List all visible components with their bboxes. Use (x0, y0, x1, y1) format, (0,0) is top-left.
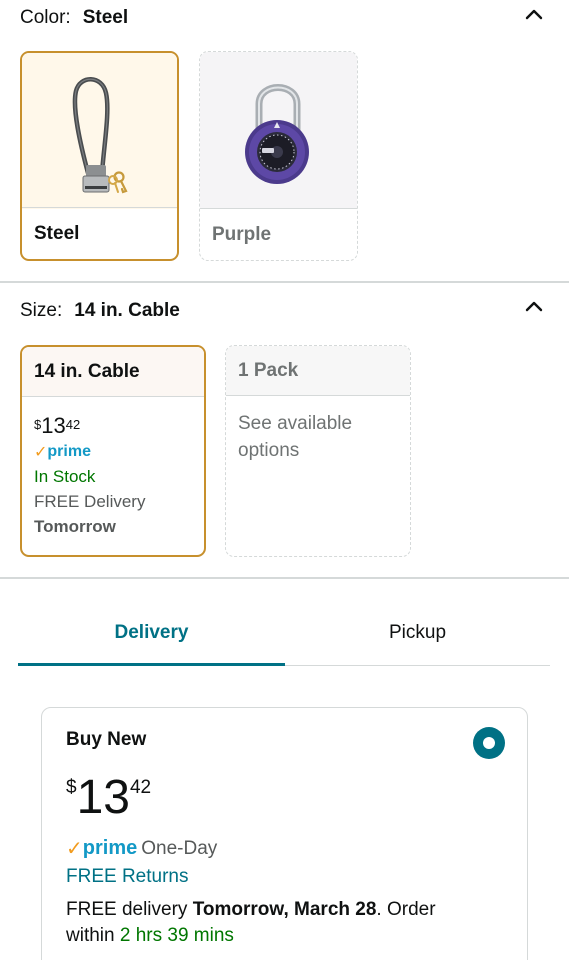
color-option-image (22, 53, 177, 209)
free-returns-link[interactable]: FREE Returns (66, 866, 188, 888)
tab-pickup[interactable]: Pickup (285, 600, 550, 666)
price-fraction: 42 (65, 417, 81, 432)
radio-dot (483, 737, 495, 749)
prime-one-day: ✓ prime One-Day (66, 836, 217, 861)
prime-text: prime (82, 837, 138, 859)
size-option-name: 14 in. Cable (22, 347, 204, 397)
delivery-prefix: FREE delivery (66, 899, 193, 920)
size-option-name: 1 Pack (226, 346, 410, 396)
stock-status: In Stock (34, 467, 96, 486)
color-value: Steel (82, 7, 129, 28)
color-label: Color: (20, 7, 71, 28)
size-option-note: See available options (238, 413, 353, 461)
color-option-name: Steel (22, 207, 177, 259)
prime-badge: ✓ prime (34, 442, 194, 462)
price-whole: 13 (76, 771, 130, 824)
order-within-prefix: within (66, 925, 120, 946)
prime-badge: ✓ prime (66, 836, 137, 861)
color-option-image (200, 52, 357, 208)
buy-new-price: $ 13 42 (66, 774, 151, 822)
prime-check-icon: ✓ (34, 444, 48, 461)
prime-text: prime (47, 443, 91, 460)
chevron-up-icon[interactable] (525, 298, 543, 316)
section-divider (0, 577, 569, 579)
size-option-details: $ 13 42 ✓ prime In Stock FREE Delivery To… (34, 415, 194, 537)
price-fraction: 42 (129, 777, 152, 798)
size-value: 14 in. Cable (74, 300, 180, 321)
cable-lock-image (72, 77, 128, 194)
color-option-steel[interactable]: Steel (20, 51, 179, 261)
tab-delivery[interactable]: Delivery (18, 600, 285, 666)
delivery-message: FREE delivery Tomorrow, March 28. Order w… (66, 897, 506, 949)
delivery-date: Tomorrow, March 28 (192, 899, 377, 920)
color-option-purple[interactable]: Purple (199, 51, 358, 261)
order-within-time: 2 hrs 39 mins (119, 925, 234, 946)
padlock-image (245, 84, 309, 184)
price-symbol: $ (66, 777, 77, 798)
delivery-tabs: Delivery Pickup (0, 600, 569, 666)
size-option-price: $ 13 42 (34, 415, 194, 437)
prime-check-icon: ✓ (66, 838, 83, 860)
buy-new-box[interactable]: Buy New $ 13 42 ✓ prime One-Day FREE Retu… (41, 707, 528, 960)
size-label: Size: (20, 300, 63, 321)
radio-selected-icon[interactable] (473, 727, 505, 759)
size-option-14in-cable[interactable]: 14 in. Cable $ 13 42 ✓ prime In Stock FRE… (20, 345, 206, 557)
price-symbol: $ (34, 417, 42, 432)
price-whole: 13 (41, 413, 66, 438)
active-tab-indicator (18, 663, 285, 666)
color-header[interactable]: Color: Steel (0, 0, 569, 36)
color-option-name: Purple (200, 208, 357, 260)
size-header[interactable]: Size: 14 in. Cable (0, 292, 569, 330)
delivery-day: Tomorrow (34, 517, 116, 536)
section-divider (0, 281, 569, 283)
size-option-1-pack[interactable]: 1 Pack See available options (225, 345, 411, 557)
chevron-up-icon[interactable] (525, 6, 543, 24)
buy-new-title: Buy New (66, 729, 147, 750)
delivery-text: FREE Delivery (34, 492, 146, 511)
delivery-mid: . Order (376, 899, 436, 920)
prime-suffix: One-Day (141, 837, 218, 859)
